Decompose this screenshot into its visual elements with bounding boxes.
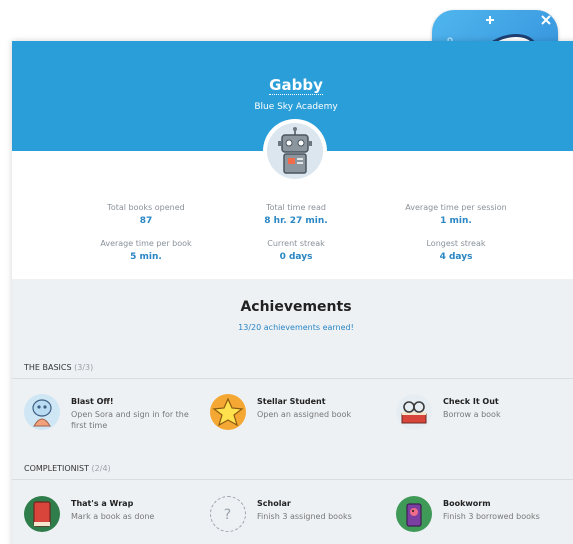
profile-name[interactable]: Gabby <box>12 76 573 95</box>
achievement-desc: Finish 3 borrowed books <box>443 512 540 521</box>
achievement-desc: Open Sora and sign in for the first time <box>71 410 189 430</box>
stat-longest-streak: Longest streak 4 days <box>366 239 546 262</box>
section-header-basics: THE BASICS (3/3) <box>24 363 93 372</box>
achievement-bookworm[interactable]: Bookworm Finish 3 borrowed books <box>396 496 571 536</box>
stat-value: 8 hr. 27 min. <box>264 216 328 226</box>
achievement-blast-off[interactable]: Blast Off! Open Sora and sign in for the… <box>24 394 199 434</box>
achievements-title: Achievements <box>240 299 352 315</box>
stat-label: Longest streak <box>426 239 486 248</box>
section-count: (3/3) <box>74 363 94 372</box>
section-name: COMPLETIONIST <box>24 464 89 473</box>
achievement-name: Check It Out <box>443 397 499 406</box>
book-glasses-icon <box>396 394 432 430</box>
star-icon <box>210 394 246 430</box>
stat-value: 0 days <box>279 252 313 262</box>
divider <box>12 378 573 379</box>
achievement-desc: Borrow a book <box>443 410 501 419</box>
section-name: THE BASICS <box>24 363 72 372</box>
stat-total-time: Total time read 8 hr. 27 min. <box>206 203 386 226</box>
achievement-desc: Finish 3 assigned books <box>257 512 352 521</box>
sora-mascot-icon <box>24 394 60 430</box>
achievement-thats-a-wrap[interactable]: That's a Wrap Mark a book as done <box>24 496 199 536</box>
section-header-completionist: COMPLETIONIST (2/4) <box>24 464 111 473</box>
stat-value: 1 min. <box>440 216 472 226</box>
avatar[interactable] <box>263 119 327 183</box>
achievements-summary: 13/20 achievements earned! <box>238 323 354 332</box>
school-name: Blue Sky Academy <box>254 102 338 112</box>
achievement-name: Scholar <box>257 499 291 508</box>
section-count: (2/4) <box>91 464 111 473</box>
stat-label: Average time per session <box>405 203 507 212</box>
achievement-desc: Mark a book as done <box>71 512 155 521</box>
stat-current-streak: Current streak 0 days <box>206 239 386 262</box>
stat-value: 4 days <box>439 252 473 262</box>
achievement-name: Stellar Student <box>257 397 326 406</box>
question-mark-icon: ? <box>210 496 246 532</box>
svg-text:?: ? <box>224 507 231 523</box>
divider <box>12 479 573 480</box>
achievement-name: Blast Off! <box>71 397 114 406</box>
stat-avg-session: Average time per session 1 min. <box>366 203 546 226</box>
achievement-name: That's a Wrap <box>71 499 134 508</box>
achievement-name: Bookworm <box>443 499 491 508</box>
stat-label: Current streak <box>267 239 325 248</box>
achievement-check-it-out[interactable]: Check It Out Borrow a book <box>396 394 571 434</box>
achievement-stellar-student[interactable]: Stellar Student Open an assigned book <box>210 394 385 434</box>
red-book-icon <box>24 496 60 532</box>
profile-panel: Gabby Blue Sky Academy Total books opene… <box>12 41 573 544</box>
robot-avatar-icon <box>267 123 323 179</box>
stat-label: Total time read <box>266 203 326 212</box>
achievement-scholar[interactable]: ? Scholar Finish 3 assigned books <box>210 496 385 536</box>
achievement-desc: Open an assigned book <box>257 410 352 419</box>
bookworm-icon <box>396 496 432 532</box>
